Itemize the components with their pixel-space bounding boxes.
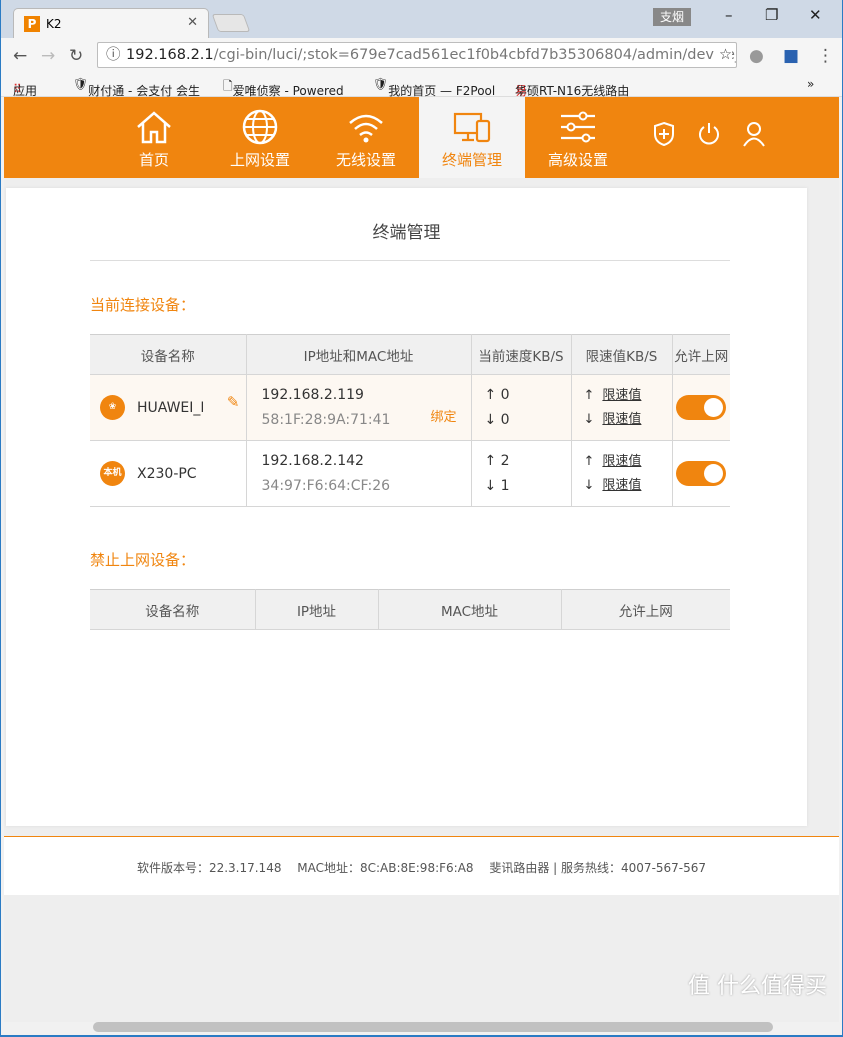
home-icon: [137, 111, 171, 144]
device-mac: 34:97:F6:64:CF:26: [261, 477, 391, 494]
upload-limit-link[interactable]: 限速值: [602, 454, 641, 469]
local-device-icon: 本机: [100, 461, 125, 486]
page-body: 终端管理 当前连接设备： 设备名称 IP地址和MAC地址 当前速度KB/S 限速…: [4, 178, 839, 1022]
download-limit-link[interactable]: 限速值: [602, 412, 641, 427]
nav-devices[interactable]: 终端管理: [419, 97, 525, 178]
more-bookmarks-icon[interactable]: »: [807, 77, 814, 91]
upload-limit-link[interactable]: 限速值: [602, 388, 641, 403]
table-row: ❀HUAWEI_M✎ 192.168.2.11958:1F:28:9A:71:4…: [90, 374, 730, 441]
tab-bar: P K2 ✕ 支烟 – ❐ ✕: [1, 0, 842, 38]
profile-badge[interactable]: 支烟: [653, 8, 691, 26]
url-input[interactable]: ⓘ 192.168.2.1/cgi-bin/luci/;stok=679e7cad…: [97, 42, 737, 68]
router-top-nav: 首页 上网设置 无线设置 终端管理 高级设置: [4, 97, 839, 178]
browser-tab[interactable]: P K2 ✕: [13, 8, 209, 38]
bookmark-item[interactable]: 🛡 我的首页 — F2Pool: [373, 77, 495, 98]
device-name: HUAWEI_M: [137, 399, 203, 416]
table-row: 本机 X230-PC 192.168.2.142 34:97:F6:64:CF:26…: [90, 440, 730, 507]
table-header: 设备名称 IP地址 MAC地址 允许上网: [90, 589, 730, 630]
url-path: /cgi-bin/luci/;stok=679e7cad561ec1f0b4cb…: [213, 47, 737, 63]
device-ip: 192.168.2.119: [261, 386, 364, 403]
col-device-name: 设备名称: [90, 589, 256, 630]
col-ip: IP地址: [254, 589, 379, 630]
wifi-icon: [349, 114, 383, 143]
col-ip-mac: IP地址和MAC地址: [245, 334, 472, 375]
col-speed: 当前速度KB/S: [470, 334, 572, 375]
horizontal-scrollbar[interactable]: [93, 1022, 773, 1032]
download-speed: ↓ 1: [484, 477, 510, 494]
download-speed: ↓ 0: [484, 411, 510, 428]
extension-icon[interactable]: ●: [749, 46, 764, 66]
device-ip: 192.168.2.142: [261, 452, 364, 469]
allow-internet-toggle[interactable]: [676, 395, 727, 420]
divider: [90, 260, 730, 261]
blocked-devices-table: 设备名称 IP地址 MAC地址 允许上网: [90, 589, 730, 630]
bookmarks-bar: ⠿ 应用 🛡 财付通 - 会支付 会生 🗋 爱唯侦察 - Powered 🛡 我…: [1, 72, 842, 98]
footer: 软件版本号：22.3.17.148 MAC地址：8C:AB:8E:98:F6:A…: [4, 836, 839, 895]
bind-link[interactable]: 绑定: [430, 405, 456, 430]
globe-icon: [242, 109, 278, 145]
allow-internet-toggle[interactable]: [676, 461, 727, 486]
power-icon[interactable]: [697, 121, 721, 147]
user-icon[interactable]: [742, 121, 766, 147]
nav-label: 终端管理: [441, 151, 502, 169]
upload-speed: ↑ 2: [484, 452, 510, 469]
upload-speed: ↑ 0: [484, 386, 510, 403]
sliders-icon: [561, 111, 595, 143]
browser-window: P K2 ✕ 支烟 – ❐ ✕ ← → ↻ ⓘ 192.168.2.1/cgi-bin…: [1, 0, 842, 1035]
star-icon[interactable]: ☆: [715, 43, 732, 67]
device-name: X230-PC: [137, 465, 197, 482]
url-host: 192.168.2.1: [126, 47, 214, 63]
info-icon: ⓘ: [106, 47, 121, 63]
connected-devices-table: 设备名称 IP地址和MAC地址 当前速度KB/S 限速值KB/S 允许上网 ❀ H…: [90, 334, 730, 507]
watermark: 值 什么值得买: [688, 974, 827, 999]
col-limit: 限速值KB/S: [570, 334, 673, 375]
back-icon[interactable]: ←: [13, 46, 27, 66]
forward-icon[interactable]: →: [41, 46, 55, 66]
col-device-name: 设备名称: [90, 334, 247, 375]
device-management-card: 终端管理 当前连接设备： 设备名称 IP地址和MAC地址 当前速度KB/S 限速…: [6, 188, 807, 826]
address-bar-row: ← → ↻ ⓘ 192.168.2.1/cgi-bin/luci/;stok=67…: [1, 38, 842, 72]
edit-name-icon[interactable]: ✎: [227, 393, 240, 411]
nav-label: 无线设置: [335, 151, 396, 169]
bookmark-item[interactable]: 🛡 财付通 - 会支付 会生: [73, 77, 200, 98]
col-mac: MAC地址: [377, 589, 562, 630]
nav-internet[interactable]: 上网设置: [207, 97, 313, 178]
reload-icon[interactable]: ↻: [69, 46, 83, 66]
nav-advanced[interactable]: 高级设置: [525, 97, 631, 178]
nav-label: 上网设置: [229, 151, 290, 169]
nav-wireless[interactable]: 无线设置: [313, 97, 419, 178]
nav-home[interactable]: 首页: [101, 97, 207, 178]
phicomm-favicon: P: [24, 15, 40, 32]
page-title: 终端管理: [372, 223, 441, 243]
blocked-devices-label: 禁止上网设备：: [90, 551, 196, 569]
bookmark-item[interactable]: 🗋 爱唯侦察 - Powered: [223, 77, 344, 98]
huawei-logo-icon: ❀: [100, 395, 125, 420]
col-allow: 允许上网: [671, 334, 730, 375]
table-header: 设备名称 IP地址和MAC地址 当前速度KB/S 限速值KB/S 允许上网: [90, 334, 730, 375]
close-tab-icon[interactable]: ✕: [187, 15, 198, 30]
new-tab-button[interactable]: [211, 14, 251, 32]
restore-icon[interactable]: ❐: [765, 6, 778, 24]
download-limit-link[interactable]: 限速值: [602, 478, 641, 493]
tab-title: K2: [46, 16, 62, 31]
connected-devices-label: 当前连接设备：: [90, 296, 196, 314]
nav-label: 首页: [138, 151, 169, 169]
close-window-icon[interactable]: ✕: [809, 6, 822, 24]
menu-icon[interactable]: ⋮: [817, 46, 834, 66]
minimize-icon[interactable]: –: [725, 6, 733, 24]
security-shield-icon[interactable]: [652, 121, 676, 147]
devices-icon: [453, 112, 491, 143]
nav-label: 高级设置: [547, 151, 608, 169]
col-allow: 允许上网: [560, 589, 730, 630]
extension-icon-2[interactable]: ■: [783, 46, 799, 66]
